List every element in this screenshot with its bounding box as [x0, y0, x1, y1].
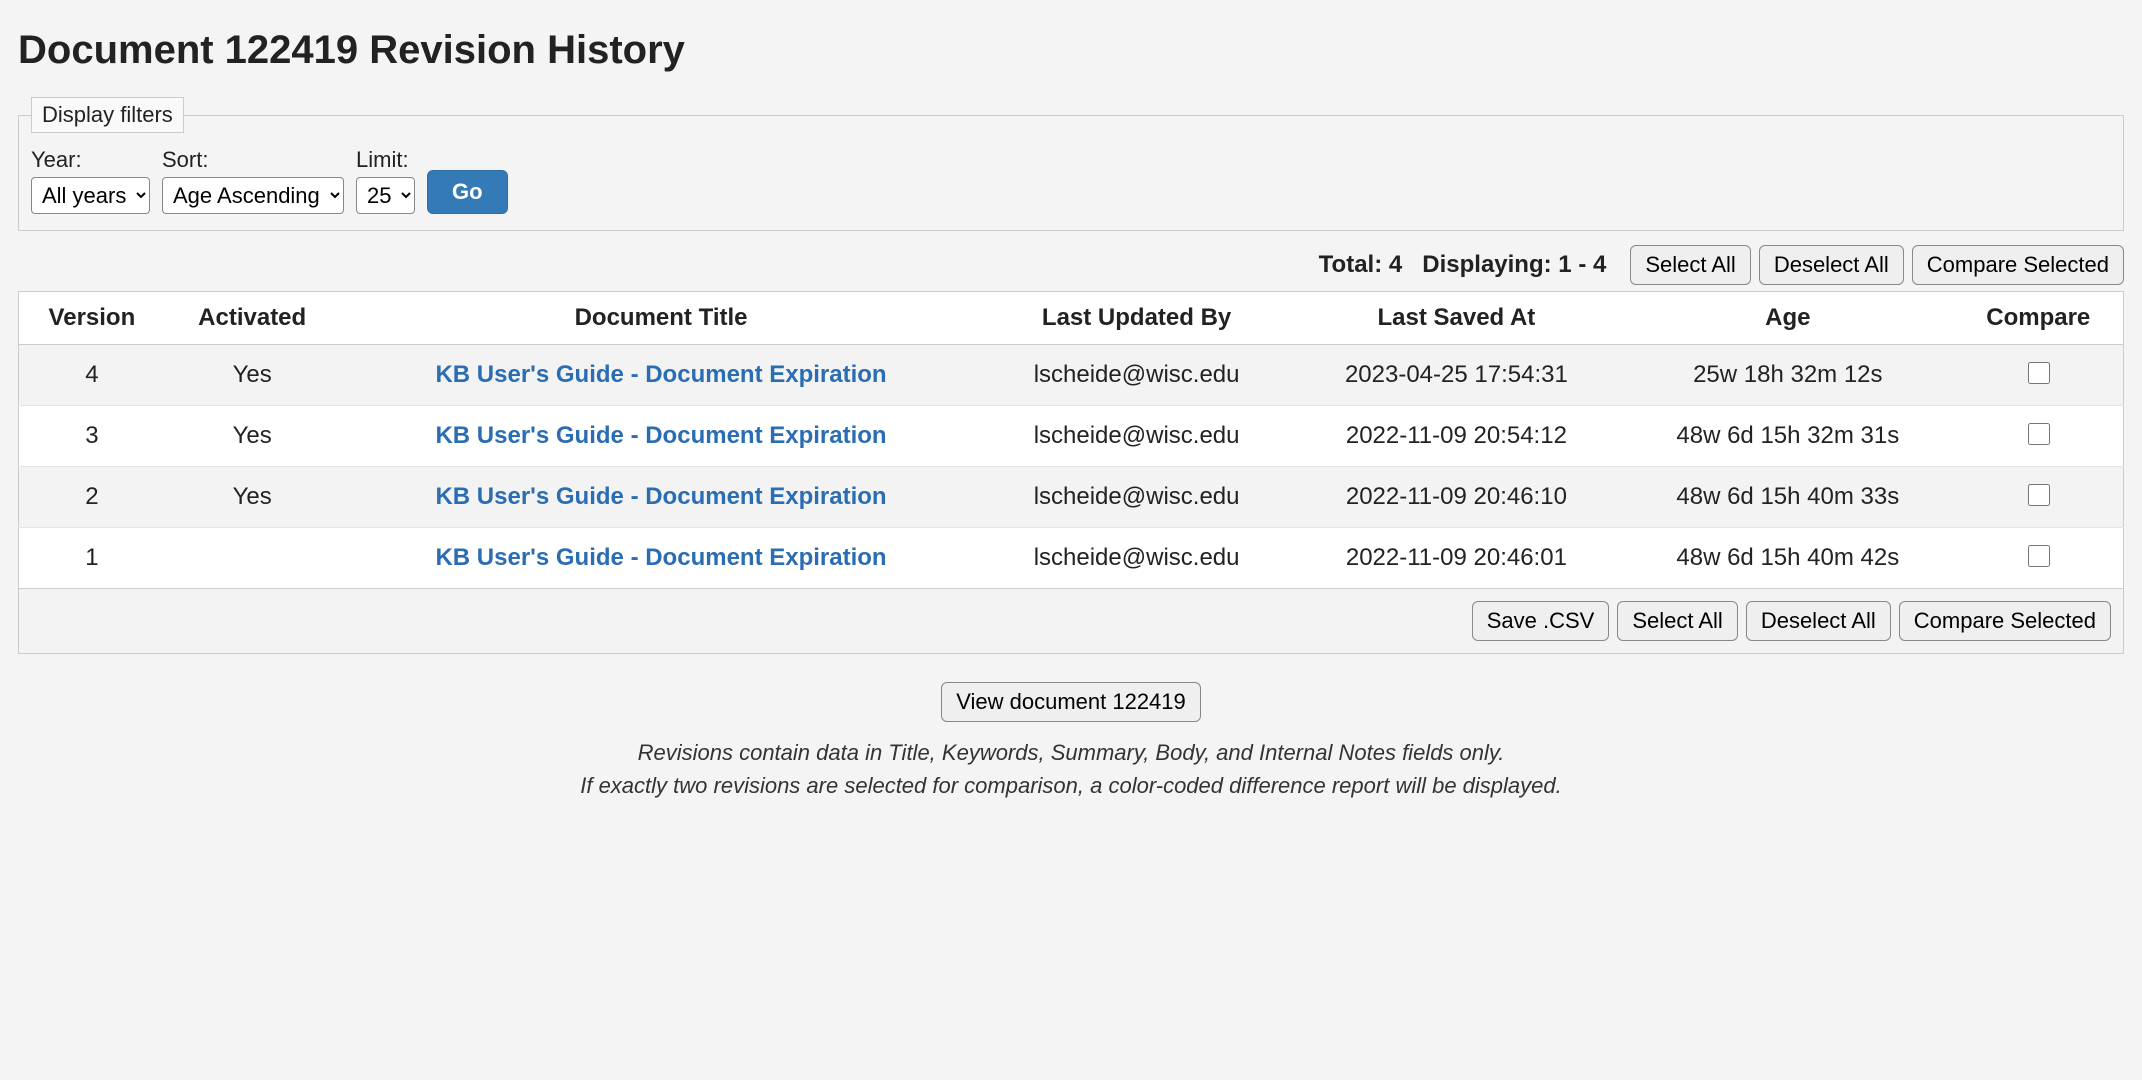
cell-updated-by: lscheide@wisc.edu — [983, 528, 1291, 589]
doc-title-link[interactable]: KB User's Guide - Document Expiration — [435, 544, 886, 571]
cell-saved-at: 2023-04-25 17:54:31 — [1291, 345, 1622, 406]
cell-version: 1 — [19, 528, 165, 589]
cell-activated: Yes — [165, 406, 340, 467]
results-summary: Total: 4 Displaying: 1 - 4 — [1319, 251, 1607, 279]
cell-age: 48w 6d 15h 40m 33s — [1622, 467, 1953, 528]
cell-updated-by: lscheide@wisc.edu — [983, 467, 1291, 528]
compare-checkbox[interactable] — [2028, 362, 2050, 384]
cell-saved-at: 2022-11-09 20:54:12 — [1291, 406, 1622, 467]
cell-compare — [1954, 406, 2124, 467]
table-row: 2Yes KB User's Guide - Document Expiratio… — [19, 467, 2124, 528]
table-row: 1 KB User's Guide - Document Expiration ls… — [19, 528, 2124, 589]
cell-compare — [1954, 345, 2124, 406]
table-row: 4Yes KB User's Guide - Document Expiratio… — [19, 345, 2124, 406]
limit-select[interactable]: 25 — [356, 177, 415, 214]
cell-version: 3 — [19, 406, 165, 467]
compare-checkbox[interactable] — [2028, 484, 2050, 506]
doc-title-link[interactable]: KB User's Guide - Document Expiration — [435, 361, 886, 388]
deselect-all-button-top[interactable]: Deselect All — [1759, 245, 1904, 285]
compare-checkbox[interactable] — [2028, 545, 2050, 567]
cell-activated: Yes — [165, 345, 340, 406]
doc-title-link[interactable]: KB User's Guide - Document Expiration — [435, 422, 886, 449]
col-saved-at: Last Saved At — [1291, 292, 1622, 345]
table-row: 3Yes KB User's Guide - Document Expiratio… — [19, 406, 2124, 467]
sort-select[interactable]: Age Ascending — [162, 177, 344, 214]
view-document-button[interactable]: View document 122419 — [941, 682, 1201, 722]
col-activated: Activated — [165, 292, 340, 345]
page-title: Document 122419 Revision History — [18, 28, 2124, 73]
cell-title: KB User's Guide - Document Expiration — [340, 406, 983, 467]
cell-title: KB User's Guide - Document Expiration — [340, 345, 983, 406]
compare-selected-button-top[interactable]: Compare Selected — [1912, 245, 2124, 285]
cell-saved-at: 2022-11-09 20:46:10 — [1291, 467, 1622, 528]
filters-legend: Display filters — [31, 97, 184, 133]
col-title: Document Title — [340, 292, 983, 345]
col-version: Version — [19, 292, 165, 345]
table-footer: Save .CSV Select All Deselect All Compar… — [18, 589, 2124, 654]
sort-label: Sort: — [162, 147, 344, 173]
cell-title: KB User's Guide - Document Expiration — [340, 467, 983, 528]
cell-compare — [1954, 467, 2124, 528]
col-compare: Compare — [1954, 292, 2124, 345]
year-label: Year: — [31, 147, 150, 173]
col-age: Age — [1622, 292, 1953, 345]
cell-updated-by: lscheide@wisc.edu — [983, 345, 1291, 406]
compare-checkbox[interactable] — [2028, 423, 2050, 445]
select-all-button-bottom[interactable]: Select All — [1617, 601, 1738, 641]
cell-activated: Yes — [165, 467, 340, 528]
go-button[interactable]: Go — [427, 170, 508, 214]
cell-age: 48w 6d 15h 32m 31s — [1622, 406, 1953, 467]
cell-updated-by: lscheide@wisc.edu — [983, 406, 1291, 467]
cell-activated — [165, 528, 340, 589]
cell-version: 2 — [19, 467, 165, 528]
revision-table: Version Activated Document Title Last Up… — [18, 291, 2124, 589]
deselect-all-button-bottom[interactable]: Deselect All — [1746, 601, 1891, 641]
year-select[interactable]: All years — [31, 177, 150, 214]
compare-selected-button-bottom[interactable]: Compare Selected — [1899, 601, 2111, 641]
save-csv-button[interactable]: Save .CSV — [1472, 601, 1610, 641]
cell-compare — [1954, 528, 2124, 589]
doc-title-link[interactable]: KB User's Guide - Document Expiration — [435, 483, 886, 510]
cell-title: KB User's Guide - Document Expiration — [340, 528, 983, 589]
limit-label: Limit: — [356, 147, 415, 173]
cell-saved-at: 2022-11-09 20:46:01 — [1291, 528, 1622, 589]
select-all-button-top[interactable]: Select All — [1630, 245, 1751, 285]
cell-age: 48w 6d 15h 40m 42s — [1622, 528, 1953, 589]
cell-age: 25w 18h 32m 12s — [1622, 345, 1953, 406]
top-toolbar: Total: 4 Displaying: 1 - 4 Select All De… — [18, 245, 2124, 285]
col-updated-by: Last Updated By — [983, 292, 1291, 345]
revision-notes: Revisions contain data in Title, Keyword… — [18, 736, 2124, 802]
cell-version: 4 — [19, 345, 165, 406]
display-filters-fieldset: Display filters Year: All years Sort: Ag… — [18, 97, 2124, 231]
